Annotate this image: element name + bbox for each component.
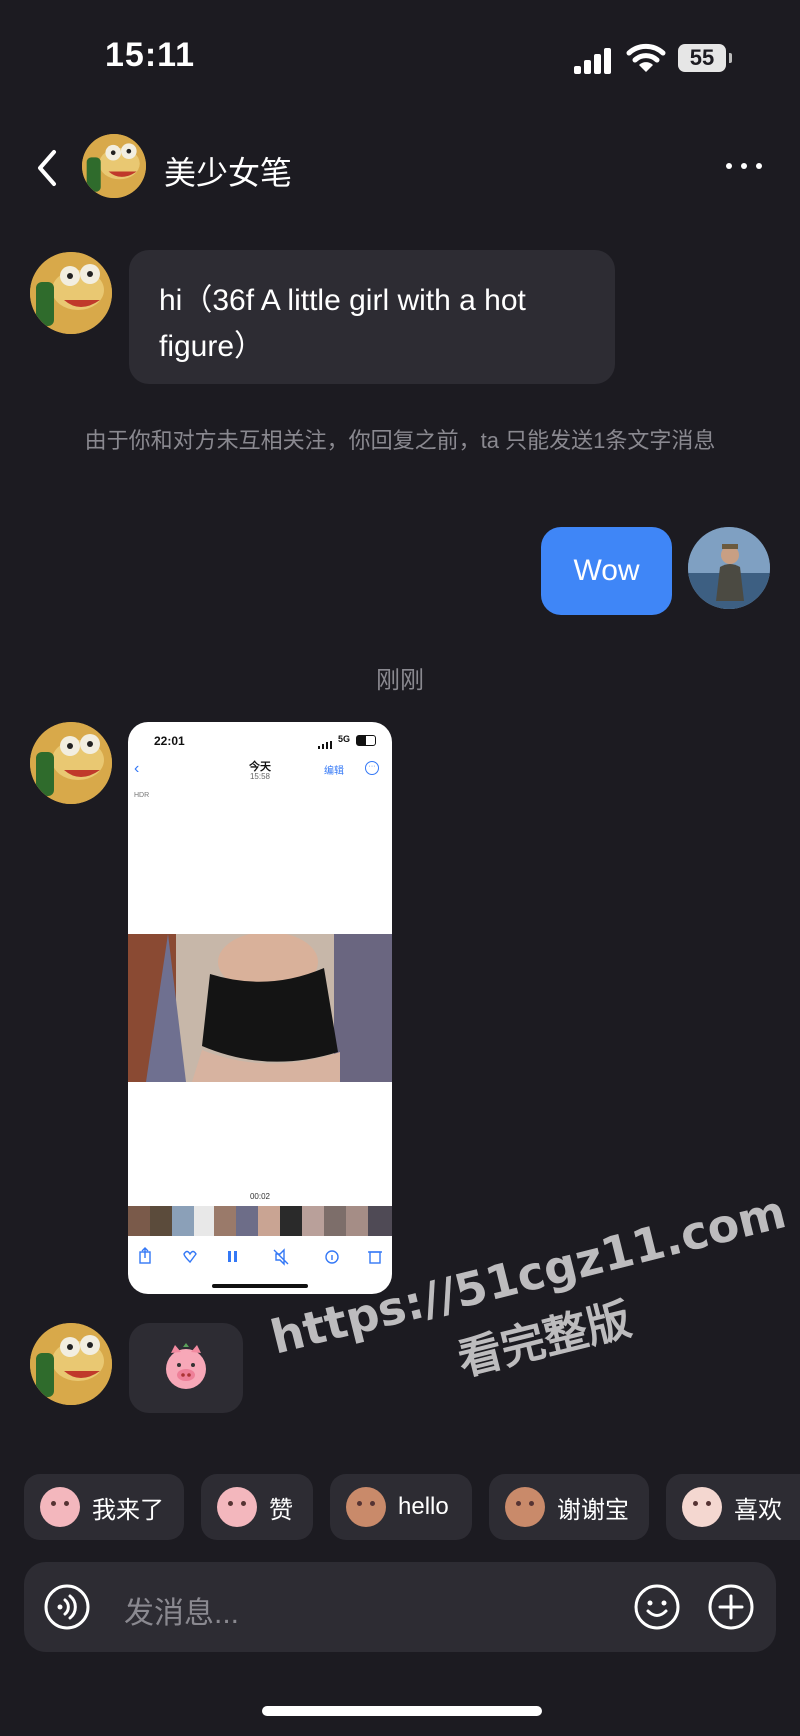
quick-reply-label: 喜欢 (734, 1496, 782, 1524)
voice-icon[interactable] (44, 1584, 90, 1630)
emoji-icon[interactable] (634, 1584, 680, 1630)
more-icon[interactable] (724, 154, 764, 178)
shot-photo (128, 932, 392, 1082)
shot-signal-icon (318, 736, 332, 749)
image-message[interactable]: 22:01 5G ‹ 今天 15:58 编辑 ··· HDR 00:02 (128, 722, 392, 1294)
quick-reply-chip[interactable]: 喜欢 (666, 1474, 800, 1540)
back-icon[interactable] (32, 148, 62, 188)
battery-icon: 55 (678, 44, 732, 72)
sender-avatar[interactable] (30, 1323, 112, 1405)
shot-toolbar (128, 1246, 392, 1268)
message-input[interactable]: 发消息... (124, 1588, 239, 1632)
shot-more-icon: ··· (365, 761, 379, 775)
home-indicator (262, 1706, 542, 1716)
sticker-emoji-icon (217, 1487, 257, 1527)
shot-network: 5G (338, 734, 351, 744)
quick-reply-chip[interactable]: 赞 (201, 1474, 313, 1540)
plus-icon[interactable] (708, 1584, 754, 1630)
outgoing-message[interactable]: Wow (541, 527, 672, 615)
sticker-emoji-icon (346, 1487, 386, 1527)
sticker-message[interactable] (129, 1323, 243, 1413)
quick-reply-label: 我来了 (92, 1496, 164, 1524)
sticker-emoji-icon (40, 1487, 80, 1527)
shot-home-indicator (212, 1284, 308, 1288)
shot-duration: 00:02 (249, 1192, 271, 1201)
quick-reply-label: hello (398, 1493, 449, 1520)
status-time: 15:11 (105, 36, 196, 74)
quick-reply-chip[interactable]: hello (330, 1474, 472, 1540)
quick-reply-label: 谢谢宝 (557, 1496, 629, 1524)
signal-icon (574, 46, 614, 74)
wifi-icon (626, 42, 666, 74)
timestamp: 刚刚 (376, 667, 424, 694)
quick-reply-chip[interactable]: 谢谢宝 (489, 1474, 649, 1540)
sticker-emoji-icon (682, 1487, 722, 1527)
shot-hdr: HDR (134, 792, 150, 799)
shot-thumbnails (128, 1206, 392, 1236)
quick-reply-label: 赞 (269, 1496, 293, 1524)
shot-time: 22:01 (154, 734, 185, 748)
sticker-emoji-icon (505, 1487, 545, 1527)
quick-reply-chip[interactable]: 我来了 (24, 1474, 184, 1540)
shot-battery-icon (356, 735, 376, 746)
sender-avatar[interactable] (30, 252, 112, 334)
system-notice: 由于你和对方未互相关注，你回复之前，ta 只能发送1条文字消息 (84, 428, 716, 453)
pig-sticker-icon (166, 1343, 206, 1389)
incoming-message[interactable]: hi（36f A little girl with a hot figure） (129, 250, 615, 384)
shot-edit: 编辑 (324, 766, 344, 777)
contact-avatar[interactable] (82, 134, 146, 198)
shot-subtitle: 15:58 (249, 772, 271, 781)
sender-avatar[interactable] (30, 722, 112, 804)
my-avatar[interactable] (688, 527, 770, 609)
chat-title: 美少女笔 (164, 155, 293, 191)
